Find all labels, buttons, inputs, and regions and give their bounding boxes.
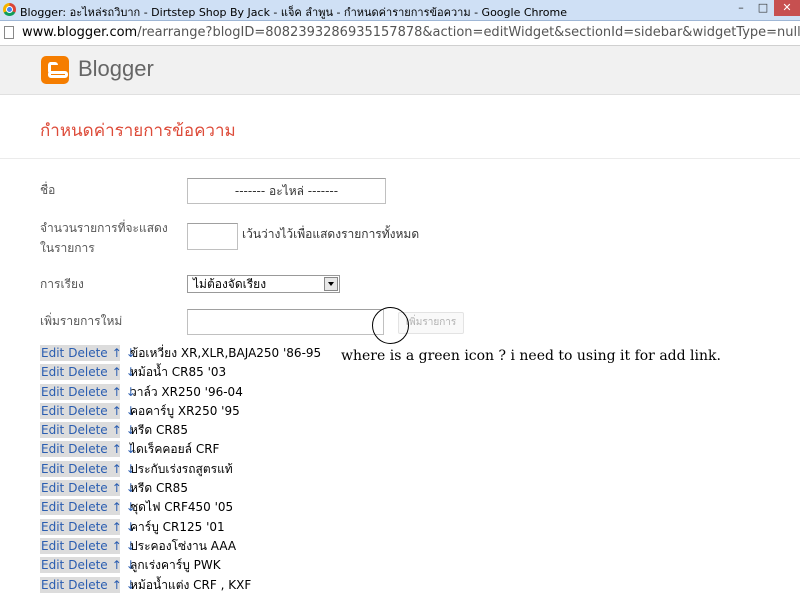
page-title: กำหนดค่ารายการข้อความ	[40, 121, 236, 141]
item-controls: Edit Delete ↑ ↓	[40, 480, 136, 497]
item-label: หม้อน้ำแต่ง CRF , KXF	[130, 577, 252, 592]
delete-link[interactable]: Delete	[68, 442, 107, 456]
page-icon	[4, 26, 14, 39]
sort-select-value: ไม่ต้องจัดเรียง	[193, 277, 267, 291]
item-label: คาร์บู CR125 '01	[130, 519, 225, 534]
item-controls: Edit Delete ↑ ↓	[40, 518, 136, 535]
move-up-arrow-icon[interactable]: ↑	[112, 442, 122, 456]
count-label-line1: จำนวนรายการที่จะแสดง	[40, 221, 168, 235]
page-heading-area: กำหนดค่ารายการข้อความ	[0, 95, 800, 159]
delete-link[interactable]: Delete	[68, 365, 107, 379]
item-label: ประคองโซ่งาน AAA	[130, 538, 237, 553]
count-input[interactable]	[187, 223, 238, 250]
move-up-arrow-icon[interactable]: ↑	[112, 462, 122, 476]
move-up-arrow-icon[interactable]: ↑	[112, 578, 122, 592]
item-label: ไดเร็คคอยล์ CRF	[130, 442, 220, 457]
item-controls: Edit Delete ↑ ↓	[40, 345, 136, 361]
delete-link[interactable]: Delete	[68, 539, 107, 553]
edit-link[interactable]: Edit	[41, 462, 64, 476]
edit-link[interactable]: Edit	[41, 442, 64, 456]
item-controls: Edit Delete ↑ ↓	[40, 537, 136, 554]
window-title: Blogger: อะไหล่รถวิบาก - Dirtstep Shop B…	[20, 6, 567, 19]
new-item-label: เพิ่มรายการใหม่	[40, 314, 123, 328]
edit-link[interactable]: Edit	[41, 500, 64, 514]
move-up-arrow-icon[interactable]: ↑	[112, 481, 122, 495]
url-path: /rearrange?blogID=8082393286935157878&ac…	[137, 25, 800, 40]
move-up-arrow-icon[interactable]: ↑	[112, 385, 122, 399]
edit-link[interactable]: Edit	[41, 539, 64, 553]
delete-link[interactable]: Delete	[68, 346, 107, 360]
item-controls: Edit Delete ↑ ↓	[40, 402, 136, 419]
chrome-icon	[3, 3, 16, 16]
edit-link[interactable]: Edit	[41, 578, 64, 592]
item-controls: Edit Delete ↑ ↓	[40, 576, 136, 593]
url-host: www.blogger.com	[22, 25, 138, 40]
edit-link[interactable]: Edit	[41, 365, 64, 379]
delete-link[interactable]: Delete	[68, 462, 107, 476]
dropdown-arrow-icon[interactable]	[324, 277, 338, 291]
move-up-arrow-icon[interactable]: ↑	[112, 346, 122, 360]
blogger-logo-icon	[41, 56, 69, 84]
delete-link[interactable]: Delete	[68, 385, 107, 399]
item-controls: Edit Delete ↑ ↓	[40, 441, 136, 458]
item-label: คอคาร์บู XR250 '95	[130, 403, 240, 418]
delete-link[interactable]: Delete	[68, 481, 107, 495]
annotation-text: where is a green icon ? i need to using …	[341, 348, 721, 364]
count-label-line2: ในรายการ	[40, 241, 95, 255]
item-label: ประกับเร่งรถสูตรแท้	[130, 461, 233, 476]
edit-link[interactable]: Edit	[41, 346, 64, 360]
edit-link[interactable]: Edit	[41, 385, 64, 399]
delete-link[interactable]: Delete	[68, 500, 107, 514]
delete-link[interactable]: Delete	[68, 558, 107, 572]
sort-select[interactable]: ไม่ต้องจัดเรียง	[187, 275, 340, 293]
delete-link[interactable]: Delete	[68, 404, 107, 418]
name-input[interactable]: ------- อะไหล่ -------	[187, 178, 386, 204]
sort-label: การเรียง	[40, 277, 84, 291]
blogger-header: Blogger	[0, 46, 800, 95]
move-up-arrow-icon[interactable]: ↑	[112, 423, 122, 437]
delete-link[interactable]: Delete	[68, 520, 107, 534]
item-label: หรีด CR85	[130, 481, 188, 496]
item-controls: Edit Delete ↑ ↓	[40, 557, 136, 574]
address-bar[interactable]: www.blogger.com/rearrange?blogID=8082393…	[0, 21, 800, 46]
move-up-arrow-icon[interactable]: ↑	[112, 500, 122, 514]
move-up-arrow-icon[interactable]: ↑	[112, 365, 122, 379]
window-controls: – □ ✕	[730, 0, 800, 18]
move-up-arrow-icon[interactable]: ↑	[112, 404, 122, 418]
window-title-bar: Blogger: อะไหล่รถวิบาก - Dirtstep Shop B…	[0, 0, 800, 21]
item-controls: Edit Delete ↑ ↓	[40, 499, 136, 516]
item-label: ข้อเหวี่ยง XR,XLR,BAJA250 '86-95	[130, 346, 322, 360]
blogger-wordmark: Blogger	[78, 56, 154, 81]
minimize-button[interactable]: –	[730, 0, 752, 16]
close-button[interactable]: ✕	[774, 0, 800, 16]
move-up-arrow-icon[interactable]: ↑	[112, 539, 122, 553]
new-item-input[interactable]	[187, 309, 384, 335]
item-controls: Edit Delete ↑ ↓	[40, 364, 136, 381]
item-label: ลูกเร่งคาร์บู PWK	[130, 558, 221, 573]
item-controls: Edit Delete ↑ ↓	[40, 383, 136, 400]
move-up-arrow-icon[interactable]: ↑	[112, 520, 122, 534]
edit-link[interactable]: Edit	[41, 423, 64, 437]
item-label: หรีด CR85	[130, 423, 188, 438]
edit-link[interactable]: Edit	[41, 520, 64, 534]
maximize-button[interactable]: □	[752, 0, 774, 16]
item-label: หม้อน้ำ CR85 '03	[130, 365, 227, 380]
item-controls: Edit Delete ↑ ↓	[40, 422, 136, 439]
move-up-arrow-icon[interactable]: ↑	[112, 558, 122, 572]
url-text[interactable]: www.blogger.com/rearrange?blogID=8082393…	[22, 25, 800, 40]
item-label: วาล์ว XR250 '96-04	[130, 384, 243, 399]
delete-link[interactable]: Delete	[68, 578, 107, 592]
item-controls: Edit Delete ↑ ↓	[40, 460, 136, 477]
delete-link[interactable]: Delete	[68, 423, 107, 437]
count-hint: เว้นว่างไว้เพื่อแสดงรายการทั้งหมด	[242, 227, 420, 241]
edit-link[interactable]: Edit	[41, 558, 64, 572]
edit-link[interactable]: Edit	[41, 481, 64, 495]
edit-link[interactable]: Edit	[41, 404, 64, 418]
annotation-circle	[372, 307, 409, 344]
item-label: ชุดไฟ CRF450 '05	[130, 500, 234, 515]
name-label: ชื่อ	[40, 183, 56, 197]
